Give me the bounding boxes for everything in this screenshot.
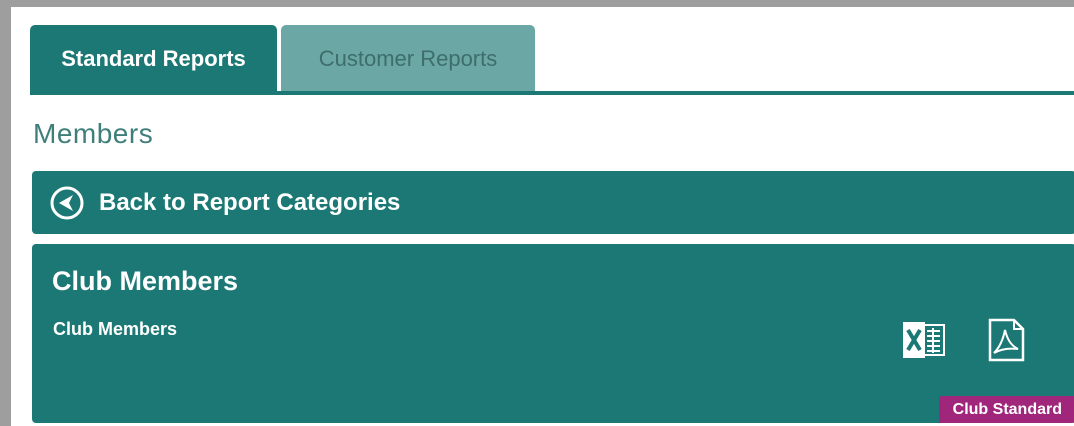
- category-badge: Club Standard: [938, 396, 1074, 423]
- tab-divider: [30, 91, 1074, 95]
- report-description: Club Members: [53, 319, 178, 339]
- report-card: Club Members Club Members Club Standard: [32, 244, 1074, 423]
- back-to-categories-button[interactable]: Back to Report Categories: [32, 171, 1074, 234]
- circle-arrow-left-icon: [49, 185, 85, 221]
- report-tabs: Standard Reports Customer Reports: [30, 24, 535, 92]
- tab-standard-reports[interactable]: Standard Reports: [30, 25, 277, 92]
- section-title: Members: [33, 118, 154, 149]
- excel-icon[interactable]: [901, 320, 951, 360]
- pdf-icon[interactable]: [985, 318, 1027, 362]
- tab-label: Customer Reports: [318, 45, 498, 71]
- report-title: Club Members: [52, 266, 239, 296]
- report-frame: Standard Reports Customer Reports Member…: [0, 0, 1074, 426]
- back-button-label: Back to Report Categories: [99, 188, 401, 216]
- tab-label: Standard Reports: [61, 45, 246, 71]
- tab-customer-reports[interactable]: Customer Reports: [281, 25, 535, 92]
